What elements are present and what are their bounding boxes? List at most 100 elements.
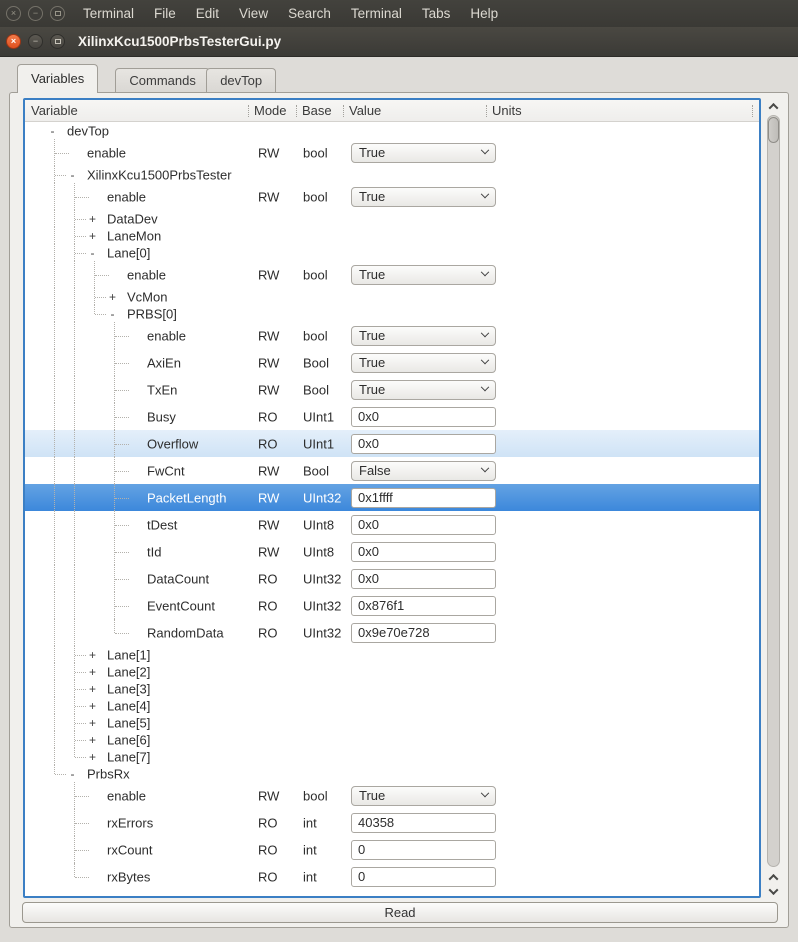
tree-row[interactable]: tDestRWUInt8 [25, 511, 759, 538]
tree-row[interactable]: +Lane[4] [25, 697, 759, 714]
value-input[interactable] [351, 407, 496, 427]
tree-row[interactable]: enableRWboolTrue [25, 183, 759, 210]
tree-row[interactable]: rxBytesROint [25, 863, 759, 890]
menu-item-view[interactable]: View [229, 0, 278, 27]
tree-row[interactable]: +VcMon [25, 288, 759, 305]
value-input[interactable] [351, 488, 496, 508]
value-input[interactable] [351, 596, 496, 616]
expand-icon[interactable]: + [87, 735, 98, 745]
read-button[interactable]: Read [22, 902, 778, 923]
minimize-icon[interactable]: − [28, 34, 43, 49]
value-dropdown[interactable]: True [351, 143, 496, 163]
tree-row[interactable]: TxEnRWBoolTrue [25, 376, 759, 403]
tree-row[interactable]: -Lane[0] [25, 244, 759, 261]
collapse-icon[interactable]: - [107, 309, 118, 319]
tree-row[interactable]: FwCntRWBoolFalse [25, 457, 759, 484]
tree-row[interactable]: -devTop [25, 122, 759, 139]
expand-icon[interactable]: + [87, 231, 98, 241]
tree-row[interactable]: enableRWboolTrue [25, 782, 759, 809]
tree-row[interactable]: +Lane[5] [25, 714, 759, 731]
tab-variables[interactable]: Variables [17, 64, 98, 93]
collapse-icon[interactable]: - [47, 126, 58, 136]
col-value[interactable]: Value [349, 100, 381, 121]
app-titlebar[interactable]: × − XilinxKcu1500PrbsTesterGui.py [0, 27, 798, 57]
value-dropdown[interactable]: True [351, 353, 496, 373]
expand-icon[interactable]: + [87, 684, 98, 694]
value-dropdown[interactable]: True [351, 187, 496, 207]
window-minimize-icon[interactable]: − [28, 6, 43, 21]
maximize-icon[interactable] [50, 34, 65, 49]
tree-row[interactable]: enableRWboolTrue [25, 261, 759, 288]
tree-row[interactable]: rxCountROint [25, 836, 759, 863]
window-close-icon[interactable]: × [6, 6, 21, 21]
tree-row-hover[interactable]: OverflowROUInt1 [25, 430, 759, 457]
tree-row[interactable]: enableRWboolTrue [25, 139, 759, 166]
menu-item-terminal-2[interactable]: Terminal [341, 0, 412, 27]
menu-item-tabs[interactable]: Tabs [412, 0, 461, 27]
scrollbar-track[interactable] [767, 115, 780, 867]
tree-row[interactable]: enableRWboolTrue [25, 322, 759, 349]
menu-item-file[interactable]: File [144, 0, 186, 27]
col-base[interactable]: Base [302, 100, 332, 121]
tab-commands[interactable]: Commands [115, 68, 209, 93]
tree-row[interactable]: AxiEnRWBoolTrue [25, 349, 759, 376]
menu-item-terminal[interactable]: Terminal [73, 0, 144, 27]
scrollbar-thumb[interactable] [768, 117, 779, 143]
col-variable[interactable]: Variable [31, 100, 78, 121]
expand-icon[interactable]: + [107, 292, 118, 302]
collapse-icon[interactable]: - [67, 170, 78, 180]
tree-row[interactable]: +Lane[3] [25, 680, 759, 697]
value-input[interactable] [351, 813, 496, 833]
expand-icon[interactable]: + [87, 701, 98, 711]
value-input[interactable] [351, 867, 496, 887]
variable-name: Lane[7] [107, 749, 150, 764]
tree-row[interactable]: -XilinxKcu1500PrbsTester [25, 166, 759, 183]
tab-devtop[interactable]: devTop [206, 68, 276, 93]
collapse-icon[interactable]: - [87, 248, 98, 258]
value-input[interactable] [351, 434, 496, 454]
value-dropdown[interactable]: True [351, 380, 496, 400]
scroll-up-button[interactable] [765, 98, 782, 114]
tree-row[interactable]: BusyROUInt1 [25, 403, 759, 430]
tree-row[interactable]: DataCountROUInt32 [25, 565, 759, 592]
close-icon[interactable]: × [6, 34, 21, 49]
value-dropdown[interactable]: True [351, 786, 496, 806]
value-input[interactable] [351, 623, 496, 643]
expand-icon[interactable]: + [87, 718, 98, 728]
menu-item-edit[interactable]: Edit [186, 0, 229, 27]
value-dropdown[interactable]: True [351, 326, 496, 346]
menu-item-help[interactable]: Help [460, 0, 508, 27]
tree-row[interactable]: rxErrorsROint [25, 809, 759, 836]
tree-row[interactable]: +Lane[6] [25, 731, 759, 748]
tree-row[interactable]: +LaneMon [25, 227, 759, 244]
value-input[interactable] [351, 515, 496, 535]
tree-row[interactable]: -PrbsRx [25, 765, 759, 782]
value-input[interactable] [351, 840, 496, 860]
vertical-scrollbar[interactable] [765, 98, 782, 898]
tree-row[interactable]: tIdRWUInt8 [25, 538, 759, 565]
expand-icon[interactable]: + [87, 667, 98, 677]
tree-row[interactable]: + Lane[7] [25, 748, 759, 765]
expand-icon[interactable]: + [87, 650, 98, 660]
expand-icon[interactable]: + [87, 752, 98, 762]
scroll-down-button[interactable] [765, 884, 782, 898]
tree-row[interactable]: +DataDev [25, 210, 759, 227]
expand-icon[interactable]: + [87, 214, 98, 224]
menu-item-search[interactable]: Search [278, 0, 341, 27]
value-dropdown[interactable]: True [351, 265, 496, 285]
tree-row[interactable]: -PRBS[0] [25, 305, 759, 322]
tree-stub [75, 236, 86, 237]
scroll-up-button[interactable] [765, 870, 782, 884]
tree-row[interactable]: EventCountROUInt32 [25, 592, 759, 619]
window-maximize-icon[interactable] [50, 6, 65, 21]
collapse-icon[interactable]: - [67, 769, 78, 779]
col-units[interactable]: Units [492, 100, 522, 121]
tree-row[interactable]: RandomDataROUInt32 [25, 619, 759, 646]
tree-row-selected[interactable]: PacketLengthRWUInt32 [25, 484, 759, 511]
value-dropdown[interactable]: False [351, 461, 496, 481]
value-input[interactable] [351, 542, 496, 562]
col-mode[interactable]: Mode [254, 100, 287, 121]
tree-row[interactable]: +Lane[1] [25, 646, 759, 663]
value-input[interactable] [351, 569, 496, 589]
tree-row[interactable]: +Lane[2] [25, 663, 759, 680]
